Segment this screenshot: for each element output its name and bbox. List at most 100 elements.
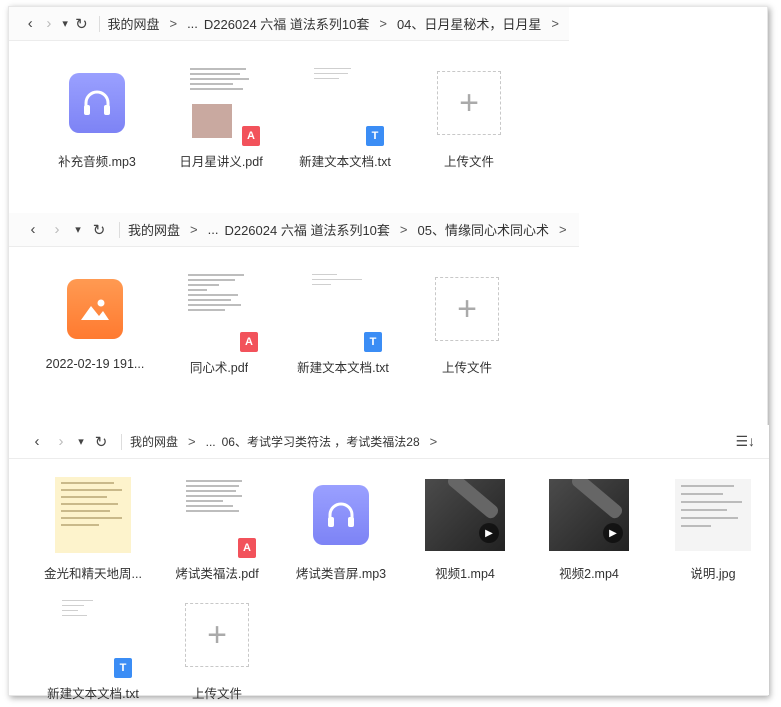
history-dropdown-icon[interactable]: ▾ xyxy=(73,430,89,454)
document-photo xyxy=(192,104,232,138)
breadcrumb-root[interactable]: 我的网盘 xyxy=(128,220,180,239)
breadcrumb-separator: > xyxy=(379,16,387,31)
file-grid: 2022-02-19 191... A 同心术.pdf T 新建文本文档.txt… xyxy=(33,269,529,376)
breadcrumb-root[interactable]: 我的网盘 xyxy=(130,433,178,450)
upload-item[interactable]: + 上传文件 xyxy=(407,63,531,170)
refresh-icon[interactable]: ↻ xyxy=(89,430,113,454)
breadcrumb-current[interactable]: 04、日月星秘术，日月星 xyxy=(397,14,541,33)
upload-label: 上传文件 xyxy=(191,687,242,701)
jpg-thumbnail xyxy=(675,479,751,551)
forward-icon[interactable]: › xyxy=(40,12,59,36)
refresh-icon[interactable]: ↻ xyxy=(87,218,111,242)
play-icon: ▶ xyxy=(479,523,499,543)
folder-panel-2: ‹ › ▾ ↻ 我的网盘 > ... D226024 六福 道法系列10套 > 05… xyxy=(9,213,589,403)
video-thumbnail: ▶ xyxy=(425,479,505,551)
breadcrumb-separator: > xyxy=(399,222,408,237)
upload-item[interactable]: + 上传文件 xyxy=(155,595,279,702)
upload-plus-icon[interactable]: + xyxy=(435,277,499,341)
file-name: 2022-02-19 191... xyxy=(45,357,145,371)
file-item[interactable]: A 同心术.pdf xyxy=(157,269,281,376)
file-name: 烤试类音屏.mp3 xyxy=(295,567,387,581)
txt-badge-icon: T xyxy=(366,126,384,146)
file-name: 新建文本文档.txt xyxy=(47,687,139,701)
file-item[interactable]: ▶ 视频2.mp4 xyxy=(527,475,651,582)
breadcrumb-separator: > xyxy=(429,434,438,449)
breadcrumb-ellipsis[interactable]: ... xyxy=(208,222,219,237)
upload-plus-icon[interactable]: + xyxy=(185,603,249,667)
upload-item[interactable]: + 上传文件 xyxy=(405,269,529,376)
file-grid: 补充音频.mp3 A 日月星讲义.pdf T 新建文本文档.txt + 上传文件 xyxy=(35,63,531,170)
file-item[interactable]: 烤试类音屏.mp3 xyxy=(279,475,403,582)
forward-icon[interactable]: › xyxy=(45,218,69,242)
file-item[interactable]: 2022-02-19 191... xyxy=(33,269,157,376)
breadcrumb-folder[interactable]: D226024 六福 道法系列10套 xyxy=(204,14,369,33)
file-name: 新建文本文档.txt xyxy=(299,155,391,169)
file-grid-row-2: T 新建文本文档.txt + 上传文件 xyxy=(31,595,279,702)
pdf-badge-icon: A xyxy=(242,126,260,146)
breadcrumb-current[interactable]: 06、考试学习类符法 ，考试类福法28 xyxy=(222,433,420,450)
play-icon: ▶ xyxy=(603,523,623,543)
file-item[interactable]: ▶ 视频1.mp4 xyxy=(403,475,527,582)
divider xyxy=(121,433,122,450)
history-dropdown-icon[interactable]: ▾ xyxy=(69,218,87,242)
doc-thumbnail xyxy=(55,477,131,553)
upload-label: 上传文件 xyxy=(443,155,494,169)
breadcrumb-separator: > xyxy=(551,16,560,31)
file-item[interactable]: T 新建文本文档.txt xyxy=(281,269,405,376)
folder-panel-3: ‹ › ▾ ↻ 我的网盘 > ... 06、考试学习类符法 ，考试类福法28 > ☰… xyxy=(9,425,769,701)
file-item[interactable]: A 日月星讲义.pdf xyxy=(159,63,283,170)
file-item[interactable]: 补充音频.mp3 xyxy=(35,63,159,170)
breadcrumb-ellipsis[interactable]: ... xyxy=(206,435,216,449)
file-name: 金光和精天地周... xyxy=(44,567,142,581)
file-item[interactable]: 说明.jpg xyxy=(651,475,775,582)
breadcrumb-separator: > xyxy=(190,222,198,237)
headphones-icon xyxy=(69,73,125,133)
pdf-thumbnail: A xyxy=(182,476,256,558)
breadcrumb-separator: > xyxy=(558,222,567,237)
sort-icon[interactable]: ☰↓ xyxy=(735,433,755,450)
headphones-icon xyxy=(313,485,369,545)
upload-label: 上传文件 xyxy=(441,361,492,375)
upload-plus-icon[interactable]: + xyxy=(437,71,501,135)
breadcrumb-folder[interactable]: D226024 六福 道法系列10套 xyxy=(224,220,389,239)
navigation-bar: ‹ › ▾ ↻ 我的网盘 > ... D226024 六福 道法系列10套 > 05… xyxy=(9,213,579,247)
file-name: 新建文本文档.txt xyxy=(297,361,389,375)
file-name: 同心术.pdf xyxy=(189,361,249,375)
file-item[interactable]: 金光和精天地周... xyxy=(31,475,155,582)
divider xyxy=(98,15,100,32)
file-grid: 金光和精天地周... A 烤试类福法.pdf 烤试类音屏.mp3 ▶ 视频1.m… xyxy=(31,475,775,582)
back-icon[interactable]: ‹ xyxy=(21,218,45,242)
image-file-icon xyxy=(67,279,123,339)
file-name: 视频1.mp4 xyxy=(435,567,495,581)
file-name: 补充音频.mp3 xyxy=(58,155,136,169)
pdf-badge-icon: A xyxy=(240,332,258,352)
txt-thumbnail: T xyxy=(308,270,382,352)
file-item[interactable]: T 新建文本文档.txt xyxy=(31,595,155,702)
txt-badge-icon: T xyxy=(114,658,132,678)
file-name: 视频2.mp4 xyxy=(559,567,619,581)
file-name: 说明.jpg xyxy=(690,567,736,581)
txt-badge-icon: T xyxy=(364,332,382,352)
file-name: 烤试类福法.pdf xyxy=(175,567,259,581)
pdf-badge-icon: A xyxy=(238,538,256,558)
file-item[interactable]: T 新建文本文档.txt xyxy=(283,63,407,170)
breadcrumb-root[interactable]: 我的网盘 xyxy=(107,14,159,33)
breadcrumb-current[interactable]: 05、情缘同心术同心术 xyxy=(418,220,549,239)
file-item[interactable]: A 烤试类福法.pdf xyxy=(155,475,279,582)
video-thumbnail: ▶ xyxy=(549,479,629,551)
navigation-bar: ‹ › ▾ ↻ 我的网盘 > ... 06、考试学习类符法 ，考试类福法28 > ☰… xyxy=(9,425,769,459)
pdf-thumbnail: A xyxy=(186,64,260,146)
txt-thumbnail: T xyxy=(58,596,132,678)
txt-thumbnail: T xyxy=(310,64,384,146)
back-icon[interactable]: ‹ xyxy=(25,430,49,454)
forward-icon[interactable]: › xyxy=(49,430,73,454)
breadcrumb-ellipsis[interactable]: ... xyxy=(187,16,198,31)
back-icon[interactable]: ‹ xyxy=(21,12,40,36)
file-name: 日月星讲义.pdf xyxy=(179,155,263,169)
refresh-icon[interactable]: ↻ xyxy=(72,12,91,36)
pdf-thumbnail: A xyxy=(184,270,258,352)
breadcrumb-separator: > xyxy=(169,16,178,31)
history-dropdown-icon[interactable]: ▾ xyxy=(58,12,72,36)
folder-panel-1: ‹ › ▾ ↻ 我的网盘 > ... D226024 六福 道法系列10套 > 04… xyxy=(9,7,579,197)
screenshot-frame: ‹ › ▾ ↻ 我的网盘 > ... D226024 六福 道法系列10套 > 04… xyxy=(8,6,769,701)
